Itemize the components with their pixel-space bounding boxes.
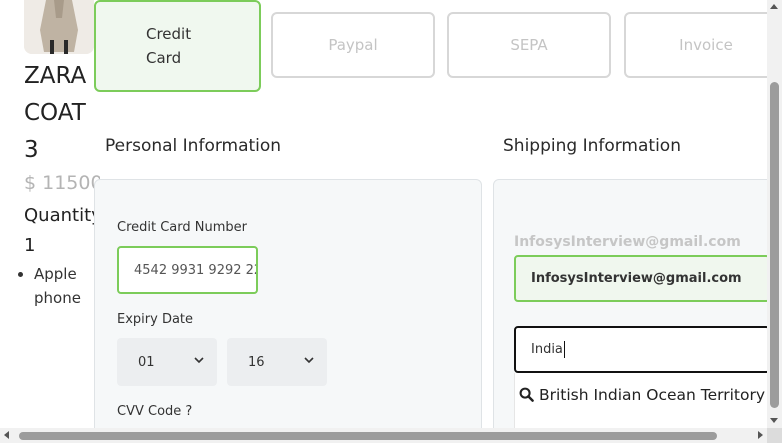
expiry-year-value: 16 [248,354,265,370]
tab-sepa[interactable]: SEPA [447,12,611,78]
country-input[interactable]: India [514,326,767,373]
product-price: $ 11500 [24,172,100,194]
checkout-page: ZARA COAT 3 $ 11500 Quantity 1 Apple pho… [0,0,767,428]
product-title: ZARA COAT 3 [24,63,87,163]
tab-paypal[interactable]: Paypal [271,12,435,78]
expiry-date-label: Expiry Date [117,312,194,327]
expiry-month-select[interactable]: 01 [117,338,217,386]
email-input[interactable]: InfosysInterview@gmail.com [514,255,767,302]
personal-info-panel [94,179,482,428]
expiry-year-select[interactable]: 16 [227,338,327,386]
scroll-up-arrow-icon[interactable] [770,4,778,9]
cc-number-label: Credit Card Number [117,220,247,235]
suggestion-item[interactable]: British Indian Ocean Territory [515,383,767,407]
suggestion-label: British Indian Ocean Territory [538,386,766,404]
tab-invoice[interactable]: Invoice [624,12,767,78]
vertical-scroll-thumb[interactable] [770,82,779,408]
tab-label: Invoice [679,36,733,54]
tab-credit-card[interactable]: Credit Card [94,0,261,92]
personal-info-title: Personal Information [105,136,282,156]
tab-label: Paypal [328,36,378,54]
cc-number-input[interactable]: 4542 9931 9292 2293 [117,246,258,294]
scroll-down-arrow-icon[interactable] [770,418,778,423]
country-value: India [531,342,563,357]
horizontal-scroll-thumb[interactable] [19,432,717,440]
chevron-down-icon [304,357,314,364]
country-suggestions: British Indian Ocean Territory [514,373,767,428]
quantity-value: 1 [24,235,36,256]
scroll-right-arrow-icon[interactable] [758,431,763,439]
scroll-left-arrow-icon[interactable] [4,431,9,439]
quantity-label: Quantity [24,205,96,226]
product-features: Apple phone [16,262,104,310]
email-value: InfosysInterview@gmail.com [531,271,742,286]
cc-number-value: 4542 9931 9292 2293 [134,262,256,278]
tab-label: Credit Card [146,25,192,67]
scrollbar-corner [767,428,782,443]
text-caret [563,341,565,358]
cvv-label: CVV Code ? [117,404,193,419]
search-icon [519,387,534,402]
shipping-info-title: Shipping Information [503,136,681,156]
email-display: InfosysInterview@gmail.com [514,234,741,250]
tab-label: SEPA [510,36,548,54]
product-image [24,0,94,54]
chevron-down-icon [194,357,204,364]
expiry-month-value: 01 [138,354,155,370]
